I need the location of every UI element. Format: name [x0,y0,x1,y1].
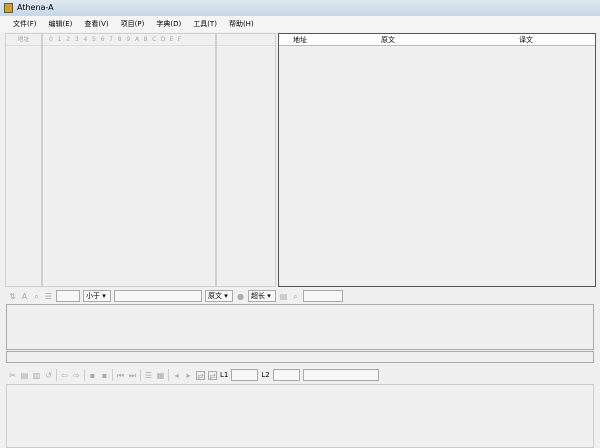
source-select[interactable]: 原文 ▾ [205,290,233,302]
log-panel[interactable] [6,384,594,448]
search-toolbar: ⇅ A ⌕ ☰ 小于 ▾ 原文 ▾ ● 超长 ▾ ▤ ⌕ [8,289,343,303]
prev-icon[interactable]: ◂ [172,371,181,380]
hex-column-header: 0123456789ABCDEF [43,34,215,46]
table-icon[interactable]: ▦ [156,371,165,380]
info-field [302,369,379,381]
value-input[interactable] [303,290,343,302]
title-bar: Athena-A [0,0,600,16]
text-view[interactable] [216,33,276,287]
convert2-icon[interactable]: ⇄ [208,370,217,381]
compare-select[interactable]: 小于 ▾ [83,290,111,302]
menu-dictionary[interactable]: 字典(D) [156,16,181,32]
paste-icon[interactable]: ▥ [32,371,41,380]
search-icon[interactable]: ⌕ [32,292,41,301]
app-icon [4,3,13,13]
back-icon[interactable]: ⇦ [60,371,69,380]
copy-icon[interactable]: ▤ [279,292,288,301]
font-icon[interactable]: A [20,292,29,301]
menu-edit[interactable]: 编辑(E) [49,16,73,32]
l1-label: L1 [220,371,229,379]
edit-toolbar: ✂ ▤ ▥ ↺ ⇦ ⇨ ▪ ▪ ⏮ ⏭ ☰ ▦ ◂ ▸ ⇄ ⇄ L1 L2 [8,368,379,382]
first-icon[interactable]: ⏮ [116,371,125,380]
next-icon[interactable]: ▸ [184,371,193,380]
status-bar [6,351,594,363]
col-source[interactable]: 原文 [381,35,395,45]
menu-tools[interactable]: 工具(T) [193,16,217,32]
text-editor[interactable] [6,304,594,350]
last-icon[interactable]: ⏭ [128,371,137,380]
menu-help[interactable]: 帮助(H) [229,16,254,32]
length-select[interactable]: 超长 ▾ [248,290,276,302]
undo-icon[interactable]: ↺ [44,371,53,380]
table-header: 地址 原文 译文 [279,34,595,46]
refresh-icon[interactable]: ⇅ [8,292,17,301]
info-icon[interactable]: ● [236,292,245,301]
save-all-icon[interactable]: ▪ [100,371,109,380]
menu-project[interactable]: 项目(P) [121,16,145,32]
search-input[interactable] [114,290,202,302]
col-translation[interactable]: 译文 [519,35,533,45]
menu-view[interactable]: 查看(V) [84,16,108,32]
address-column: 地址 [5,33,42,287]
menu-bar: 文件(F) 编辑(E) 查看(V) 项目(P) 字典(D) 工具(T) 帮助(H… [0,16,600,32]
string-table[interactable]: 地址 原文 译文 [278,33,596,287]
convert-icon[interactable]: ⇄ [196,370,205,381]
window-title: Athena-A [17,3,54,12]
list-icon[interactable]: ☰ [44,292,53,301]
cut-icon[interactable]: ✂ [8,371,17,380]
align-icon[interactable]: ☰ [144,371,153,380]
l2-label: L2 [261,371,270,379]
l1-input[interactable] [231,369,259,381]
hex-view[interactable]: 0123456789ABCDEF [42,33,216,287]
save-icon[interactable]: ▪ [88,371,97,380]
copy-icon[interactable]: ▤ [20,371,29,380]
forward-icon[interactable]: ⇨ [72,371,81,380]
number-input[interactable] [56,290,80,302]
zoom-icon[interactable]: ⌕ [291,292,300,301]
l2-input[interactable] [272,369,300,381]
menu-file[interactable]: 文件(F) [13,16,37,32]
col-address[interactable]: 地址 [293,35,307,45]
address-header: 地址 [6,34,41,46]
